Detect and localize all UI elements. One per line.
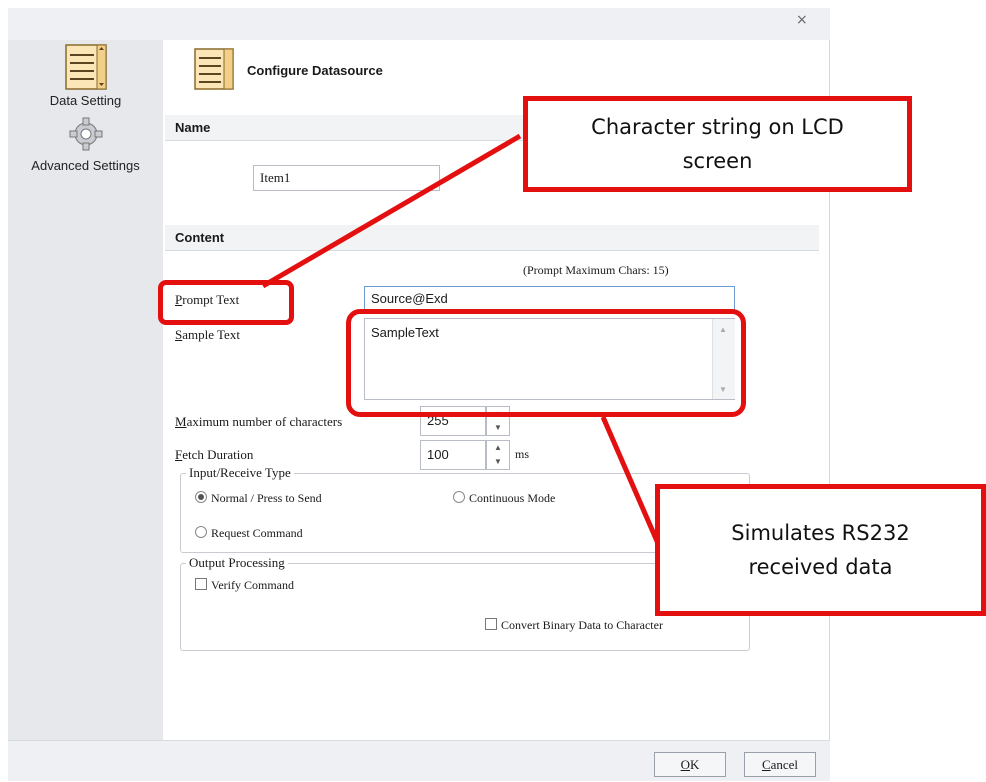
lcd-screen-callout: Character string on LCD screen	[523, 96, 912, 192]
sample-text-highlight	[346, 309, 746, 417]
rs232-connector-line	[600, 416, 663, 549]
prompt-text-highlight	[158, 280, 294, 325]
rs232-data-callout: Simulates RS232 received data	[655, 484, 986, 616]
lcd-connector-line	[261, 133, 522, 289]
